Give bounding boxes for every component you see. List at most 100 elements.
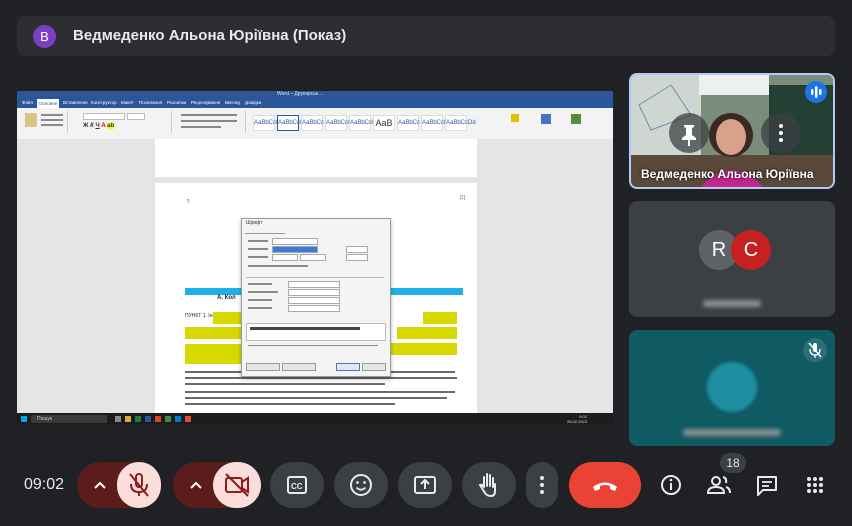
presenter-title: Ведмеденко Альона Юріївна (Показ): [73, 27, 347, 44]
participant-avatar: [707, 362, 757, 412]
participant-avatar: C: [731, 230, 771, 270]
audio-level-icon: [811, 86, 822, 98]
doc-page-top: [155, 139, 477, 177]
chrome-icon: [165, 416, 171, 422]
doc-text-line: [185, 403, 395, 405]
more-options-button[interactable]: [526, 462, 558, 508]
raise-hand-icon: [478, 473, 496, 498]
more-vert-icon: [779, 124, 783, 142]
chat-button[interactable]: [752, 470, 782, 500]
participant-name: Ведмеденко Альона Юріївна: [641, 167, 814, 181]
participant-tile-group[interactable]: R C: [629, 201, 835, 317]
word-icon: [145, 416, 151, 422]
captions-icon: CC: [287, 476, 307, 494]
mic-control-group: [77, 462, 161, 508]
app-icon: [185, 416, 191, 422]
ribbon-font-group: Ж К Ч A ab: [81, 111, 172, 133]
style-selected: AaBbCcDd: [277, 115, 308, 131]
doc-text-line: [185, 391, 455, 393]
doc-highlight: [185, 327, 245, 339]
meeting-info-button[interactable]: [656, 470, 686, 500]
ribbon-tab: Рецензування: [191, 100, 221, 105]
style-heading2: AaBbCcI: [325, 115, 350, 131]
word-ribbon: Ж К Ч A ab AaBbCcDd AaBbCcDd AaBbCc AaBb…: [17, 108, 613, 140]
mic-toggle-button[interactable]: [117, 462, 161, 508]
apps-icon: [807, 477, 823, 493]
presenter-banner: В Ведмеденко Альона Юріївна (Показ): [17, 16, 835, 56]
tile-more-button[interactable]: [761, 113, 801, 153]
style-heading3: AaBbCcI: [349, 115, 374, 131]
participant-name-blurred: [683, 429, 781, 436]
emoji-icon: [350, 474, 372, 496]
ribbon-styles-group: AaBbCcDd AaBbCcDd AaBbCc AaBbCcI AaBbCcI…: [253, 111, 493, 133]
taskbar-search: Пошук: [31, 415, 107, 423]
doc-highlight: [397, 327, 457, 339]
reactions-button[interactable]: [334, 462, 388, 508]
info-icon: [661, 475, 681, 495]
doc-highlight: [423, 312, 457, 324]
style-title: AaB: [373, 115, 395, 131]
people-button[interactable]: [704, 470, 734, 500]
word-titlebar: Word – Друкарськ…: [17, 91, 613, 99]
mic-options-button[interactable]: [85, 470, 115, 500]
more-vert-icon: [540, 476, 544, 494]
shared-screen: Word – Друкарськ… Файл Основне Вставленн…: [17, 91, 613, 425]
present-button[interactable]: [398, 462, 452, 508]
chevron-up-icon: [94, 481, 106, 489]
meeting-clock: 09:02: [24, 476, 65, 493]
captions-button[interactable]: CC: [270, 462, 324, 508]
participant-name-blurred: [703, 300, 761, 307]
chevron-up-icon: [190, 481, 202, 489]
ribbon-tab: Конструктор: [91, 100, 117, 105]
speaking-indicator: [805, 81, 827, 103]
ribbon-editing-group: [501, 111, 605, 133]
chat-icon: [757, 476, 777, 496]
font-dialog: Шрифт: [241, 218, 391, 377]
ribbon-tab: Посилання: [139, 100, 163, 105]
camera-toggle-button[interactable]: [213, 462, 261, 508]
ribbon-tab: Макет: [121, 100, 134, 105]
end-call-icon: [593, 482, 617, 491]
edge-icon: [175, 416, 181, 422]
people-icon: [706, 476, 731, 494]
windows-taskbar: Пошук 9:02 26.02.2023: [17, 413, 613, 425]
font-dialog-title: Шрифт: [246, 220, 263, 226]
pin-button[interactable]: [669, 113, 709, 153]
svg-text:CC: CC: [291, 482, 303, 491]
taskview-icon: [115, 416, 121, 422]
presenter-avatar: В: [33, 25, 56, 48]
activities-button[interactable]: [800, 470, 830, 500]
style-normal: AaBbCcDd: [253, 115, 284, 131]
doc-highlight: [185, 352, 241, 364]
participant-tile-muted[interactable]: [629, 330, 835, 446]
camera-options-button[interactable]: [181, 470, 211, 500]
ribbon-tab: Розсилки: [167, 100, 187, 105]
ribbon-clipboard-group: [23, 111, 68, 133]
camera-control-group: [173, 462, 261, 508]
style-subtitle: AaBbCc: [397, 115, 420, 131]
windows-start-icon: [21, 416, 27, 422]
pin-icon: [682, 125, 696, 146]
present-icon: [414, 476, 436, 494]
word-document-area: ¶ [1] А. Кол ПУНКТ 1. Інформація Шрифт: [17, 139, 613, 413]
doc-text-line: [185, 397, 447, 399]
ribbon-tab: Вставлення: [63, 100, 88, 105]
style-heading1: AaBbCc: [301, 115, 324, 131]
ribbon-tab: Вигляд: [225, 100, 240, 105]
doc-highlight: [213, 312, 243, 324]
explorer-icon: [125, 416, 131, 422]
excel-icon: [135, 416, 141, 422]
mic-off-icon: [129, 473, 149, 497]
muted-indicator: [803, 338, 827, 362]
end-call-button[interactable]: [569, 462, 641, 508]
ribbon-tab: Файл: [22, 100, 34, 105]
style-emphasis: AaBbCcDd: [421, 115, 452, 131]
ribbon-tab: Довідка: [245, 100, 262, 105]
word-ribbon-tabs: Файл Основне Вставлення Конструктор Маке…: [17, 99, 613, 108]
taskbar-clock: 9:02 26.02.2023: [566, 414, 587, 424]
camera-off-icon: [225, 473, 249, 497]
participant-tile-presenter[interactable]: Ведмеденко Альона Юріївна: [629, 73, 835, 189]
mic-off-icon: [808, 342, 822, 358]
doc-highlight: [389, 343, 457, 355]
raise-hand-button[interactable]: [462, 462, 516, 508]
